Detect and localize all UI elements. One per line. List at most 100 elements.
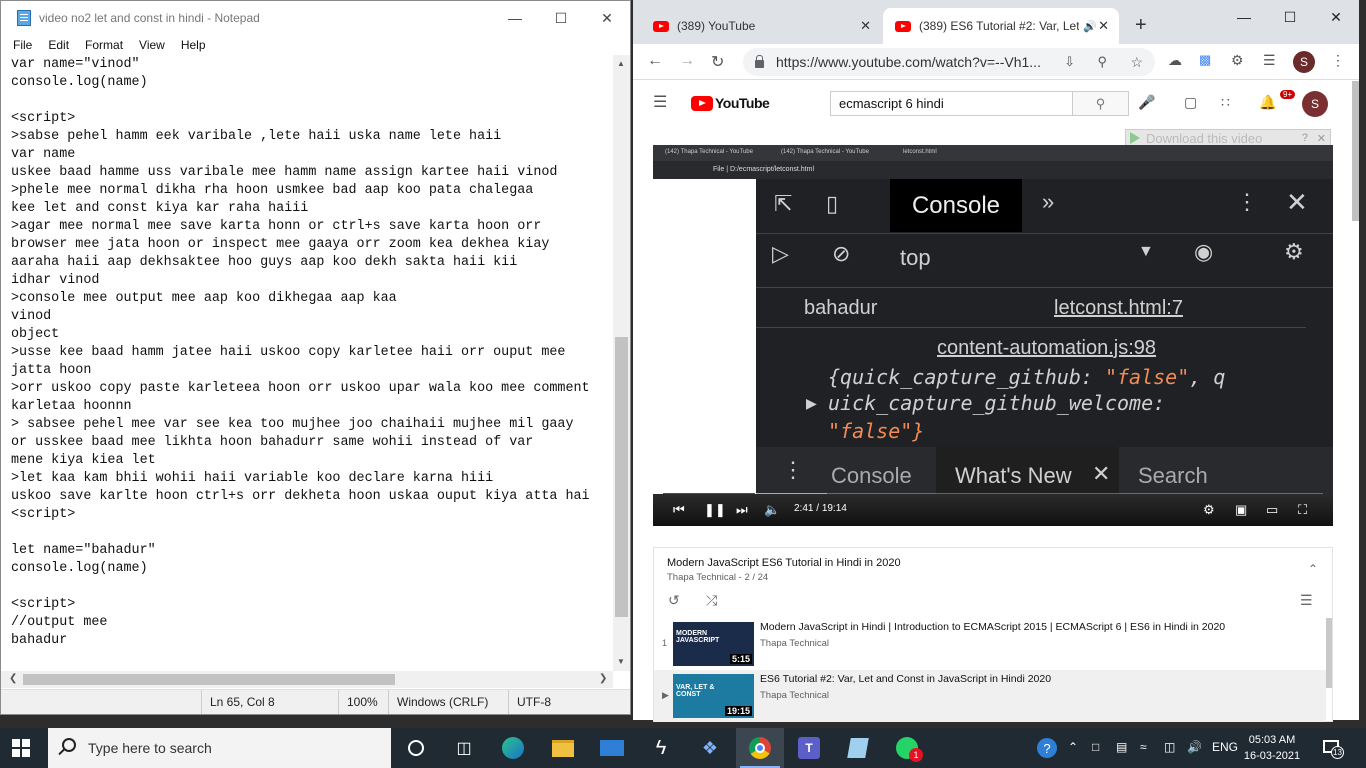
notepad-text-area[interactable]: var name="vinod" console.log(name) <scri… [11, 56, 611, 668]
log-object-line1: {quick_capture_github: "false", q [828, 365, 1225, 389]
menu-help[interactable]: Help [181, 38, 206, 52]
video-player[interactable]: (142) Thapa Technical - YouTube (142) Th… [653, 145, 1333, 526]
zoom-icon[interactable]: ⚲ [1097, 54, 1107, 70]
notifications-bell-icon[interactable]: 🔔 [1259, 94, 1276, 111]
back-icon[interactable]: ← [647, 52, 663, 70]
translate-icon[interactable]: ▩ [1199, 52, 1211, 68]
maximize-icon[interactable]: ☐ [1267, 0, 1313, 34]
previous-icon[interactable]: ⏮ [673, 502, 685, 518]
vertical-scrollbar[interactable]: ▲ ▼ [613, 55, 630, 671]
extensions-icon[interactable]: ⚙ [1231, 52, 1244, 69]
tab-youtube-home[interactable]: (389) YouTube ✕ [641, 8, 881, 44]
bookmark-star-icon[interactable]: ☆ [1130, 54, 1143, 71]
menu-dots-icon[interactable]: ⋮ [1331, 52, 1345, 69]
theater-mode-icon[interactable]: ▭ [1266, 502, 1278, 518]
minimize-icon[interactable]: — [1221, 0, 1267, 34]
tray-device-icon[interactable]: □ [1092, 740, 1099, 754]
miniplayer-icon[interactable]: ▣ [1235, 502, 1247, 518]
search-button[interactable]: ⚲ [1073, 91, 1129, 116]
volume-tray-icon[interactable]: 🔊 [1187, 740, 1202, 754]
help-icon[interactable]: ? [1302, 132, 1308, 144]
loop-icon[interactable]: ↺ [668, 592, 680, 609]
tab-close-icon[interactable]: ✕ [860, 18, 871, 34]
save-playlist-icon[interactable]: ☰ [1300, 592, 1313, 609]
minimize-icon[interactable]: — [492, 1, 538, 35]
tab-close-icon[interactable]: ✕ [1098, 18, 1109, 34]
action-center-icon[interactable]: 13 [1323, 738, 1344, 759]
mail-icon[interactable] [588, 728, 636, 768]
page-scrollbar[interactable] [1352, 81, 1359, 221]
speaker-icon[interactable]: 🔊 [1083, 20, 1097, 33]
search-input[interactable]: ecmascript 6 hindi [830, 91, 1073, 116]
help-tray-icon[interactable]: ? [1037, 738, 1057, 758]
close-icon[interactable]: ✕ [584, 1, 630, 35]
cortana-icon[interactable] [392, 728, 440, 768]
shuffle-icon[interactable]: ⤮ [706, 592, 717, 609]
playlist-item-current[interactable]: ▶ VAR, LET & CONST 19:15 ES6 Tutorial #2… [654, 670, 1326, 722]
menu-edit[interactable]: Edit [48, 38, 69, 52]
wifi-icon[interactable]: ≈ [1140, 740, 1147, 754]
maximize-icon[interactable]: ☐ [538, 1, 584, 35]
next-icon[interactable]: ⏭ [736, 502, 748, 518]
taskbar-search-input[interactable]: Type here to search [48, 728, 391, 768]
youtube-logo[interactable]: YouTube [691, 95, 770, 111]
scroll-up-icon[interactable]: ▲ [617, 59, 625, 68]
dropbox-icon[interactable]: ❖ [686, 728, 734, 768]
hscroll-thumb[interactable] [23, 674, 395, 685]
microphone-icon[interactable]: 🎤 [1138, 94, 1155, 111]
notepad-titlebar[interactable]: video no2 let and const in hindi - Notep… [1, 1, 630, 35]
tray-monitor-icon[interactable]: ▤ [1116, 740, 1127, 754]
time-display: 2:41 / 19:14 [794, 503, 847, 514]
lightning-app-icon[interactable]: ϟ [637, 728, 685, 768]
create-video-icon[interactable]: ▢ [1184, 94, 1197, 111]
file-explorer-icon[interactable] [539, 728, 587, 768]
forward-icon[interactable]: → [679, 52, 695, 70]
scroll-thumb[interactable] [615, 337, 628, 617]
whatsapp-icon[interactable]: 1 [883, 728, 931, 768]
install-icon[interactable]: ⇩ [1064, 54, 1075, 70]
youtube-avatar[interactable]: S [1302, 91, 1328, 117]
scroll-right-icon[interactable]: ❯ [599, 673, 607, 684]
horizontal-scrollbar[interactable]: ❮ ❯ [1, 671, 613, 688]
system-clock[interactable]: 05:03 AM 16-03-2021 [1242, 732, 1302, 764]
drawer-tab-search: Search [1138, 463, 1208, 488]
task-view-icon[interactable]: ◫ [440, 728, 488, 768]
collapse-chevron-icon[interactable]: ⌃ [1308, 562, 1318, 576]
close-icon[interactable]: ✕ [1317, 132, 1326, 145]
profile-avatar[interactable]: S [1293, 51, 1315, 73]
media-control-icon[interactable]: ☰ [1263, 52, 1276, 69]
edge-icon[interactable] [489, 728, 537, 768]
menu-view[interactable]: View [139, 38, 165, 52]
scroll-left-icon[interactable]: ❮ [9, 673, 17, 684]
new-tab-icon[interactable]: + [1135, 14, 1147, 37]
close-icon[interactable]: ✕ [1313, 0, 1359, 34]
playlist-video-title: ES6 Tutorial #2: Var, Let and Const in J… [760, 673, 1052, 685]
fullscreen-icon[interactable]: ⛶ [1298, 502, 1307, 518]
teams-icon[interactable]: T [785, 728, 833, 768]
volume-icon[interactable]: 🔈 [764, 502, 780, 518]
pause-icon[interactable]: ❚❚ [704, 502, 726, 518]
reload-icon[interactable]: ↻ [711, 52, 724, 72]
thumbnail-text: MODERN JAVASCRIPT [676, 630, 720, 644]
show-hidden-icons-chevron-icon[interactable]: ⌃ [1068, 740, 1078, 754]
hamburger-menu-icon[interactable]: ☰ [653, 92, 667, 112]
chrome-taskbar-icon[interactable] [736, 728, 784, 768]
playlist-scrollbar[interactable] [1326, 618, 1332, 688]
menu-format[interactable]: Format [85, 38, 123, 52]
notepad-taskbar-icon[interactable] [834, 728, 882, 768]
tab-label: (389) ES6 Tutorial #2: Var, Let [919, 19, 1079, 33]
scroll-down-icon[interactable]: ▼ [617, 657, 625, 666]
network-icon[interactable]: ◫ [1164, 740, 1175, 754]
apps-grid-icon[interactable]: ∷ [1221, 94, 1230, 111]
menu-file[interactable]: File [13, 38, 32, 52]
tab-es6-video[interactable]: (389) ES6 Tutorial #2: Var, Let 🔊 ✕ [883, 8, 1119, 44]
youtube-favicon-icon [895, 20, 911, 32]
windows-start-icon[interactable] [12, 739, 30, 757]
address-bar[interactable]: https://www.youtube.com/watch?v=--Vh1...… [743, 48, 1155, 76]
language-indicator[interactable]: ENG [1212, 740, 1238, 754]
search-icon [62, 738, 76, 752]
settings-icon[interactable]: ⚙ [1203, 502, 1215, 518]
playlist-item[interactable]: 1 MODERN JAVASCRIPT 5:15 Modern JavaScri… [654, 618, 1326, 670]
playlist-title[interactable]: Modern JavaScript ES6 Tutorial in Hindi … [667, 557, 901, 569]
cloud-extension-icon[interactable]: ☁ [1168, 52, 1182, 69]
